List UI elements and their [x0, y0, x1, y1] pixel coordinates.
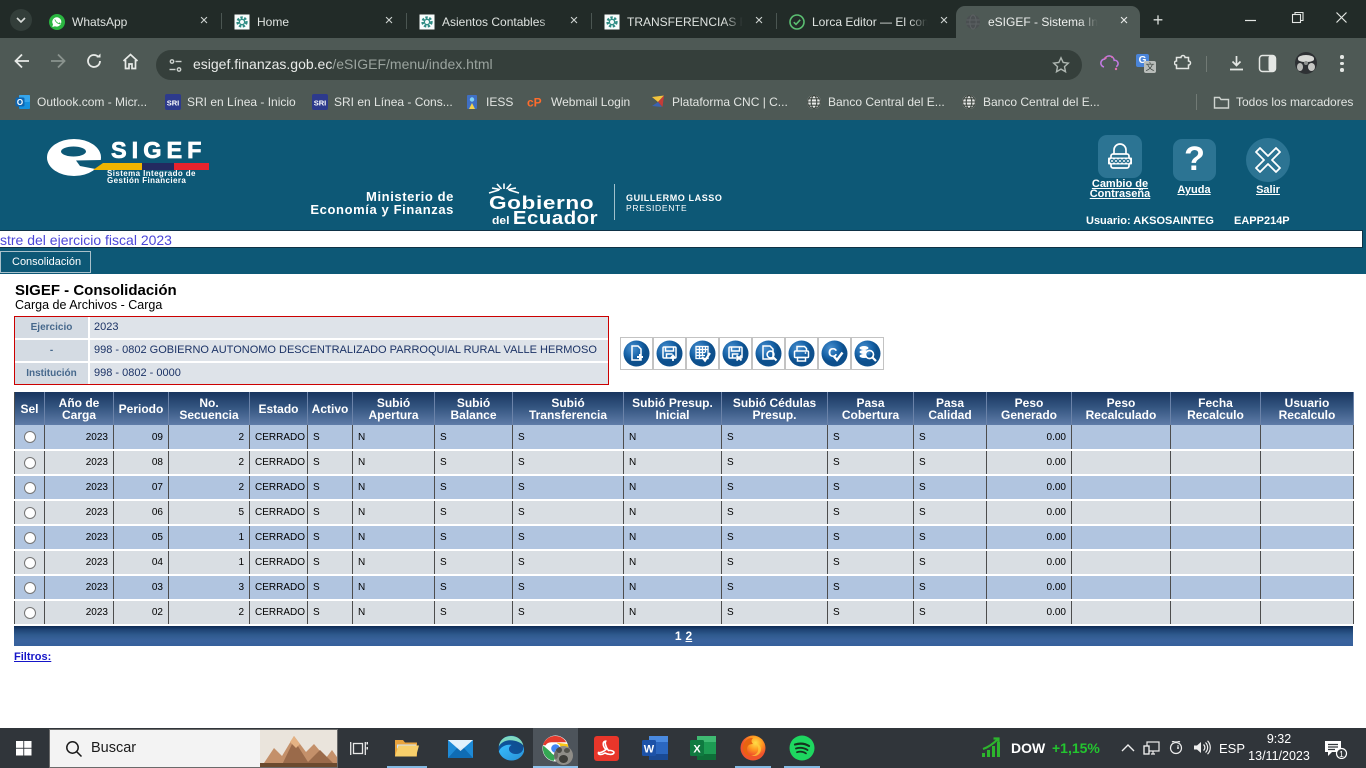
svg-text:X: X — [693, 744, 701, 756]
svg-text:cP: cP — [527, 96, 542, 108]
svg-text:1: 1 — [1339, 749, 1344, 759]
svg-text:O: O — [17, 98, 23, 107]
svg-text:SRI: SRI — [167, 99, 180, 108]
svg-text:SRI: SRI — [314, 99, 327, 108]
svg-text:W: W — [644, 744, 655, 756]
